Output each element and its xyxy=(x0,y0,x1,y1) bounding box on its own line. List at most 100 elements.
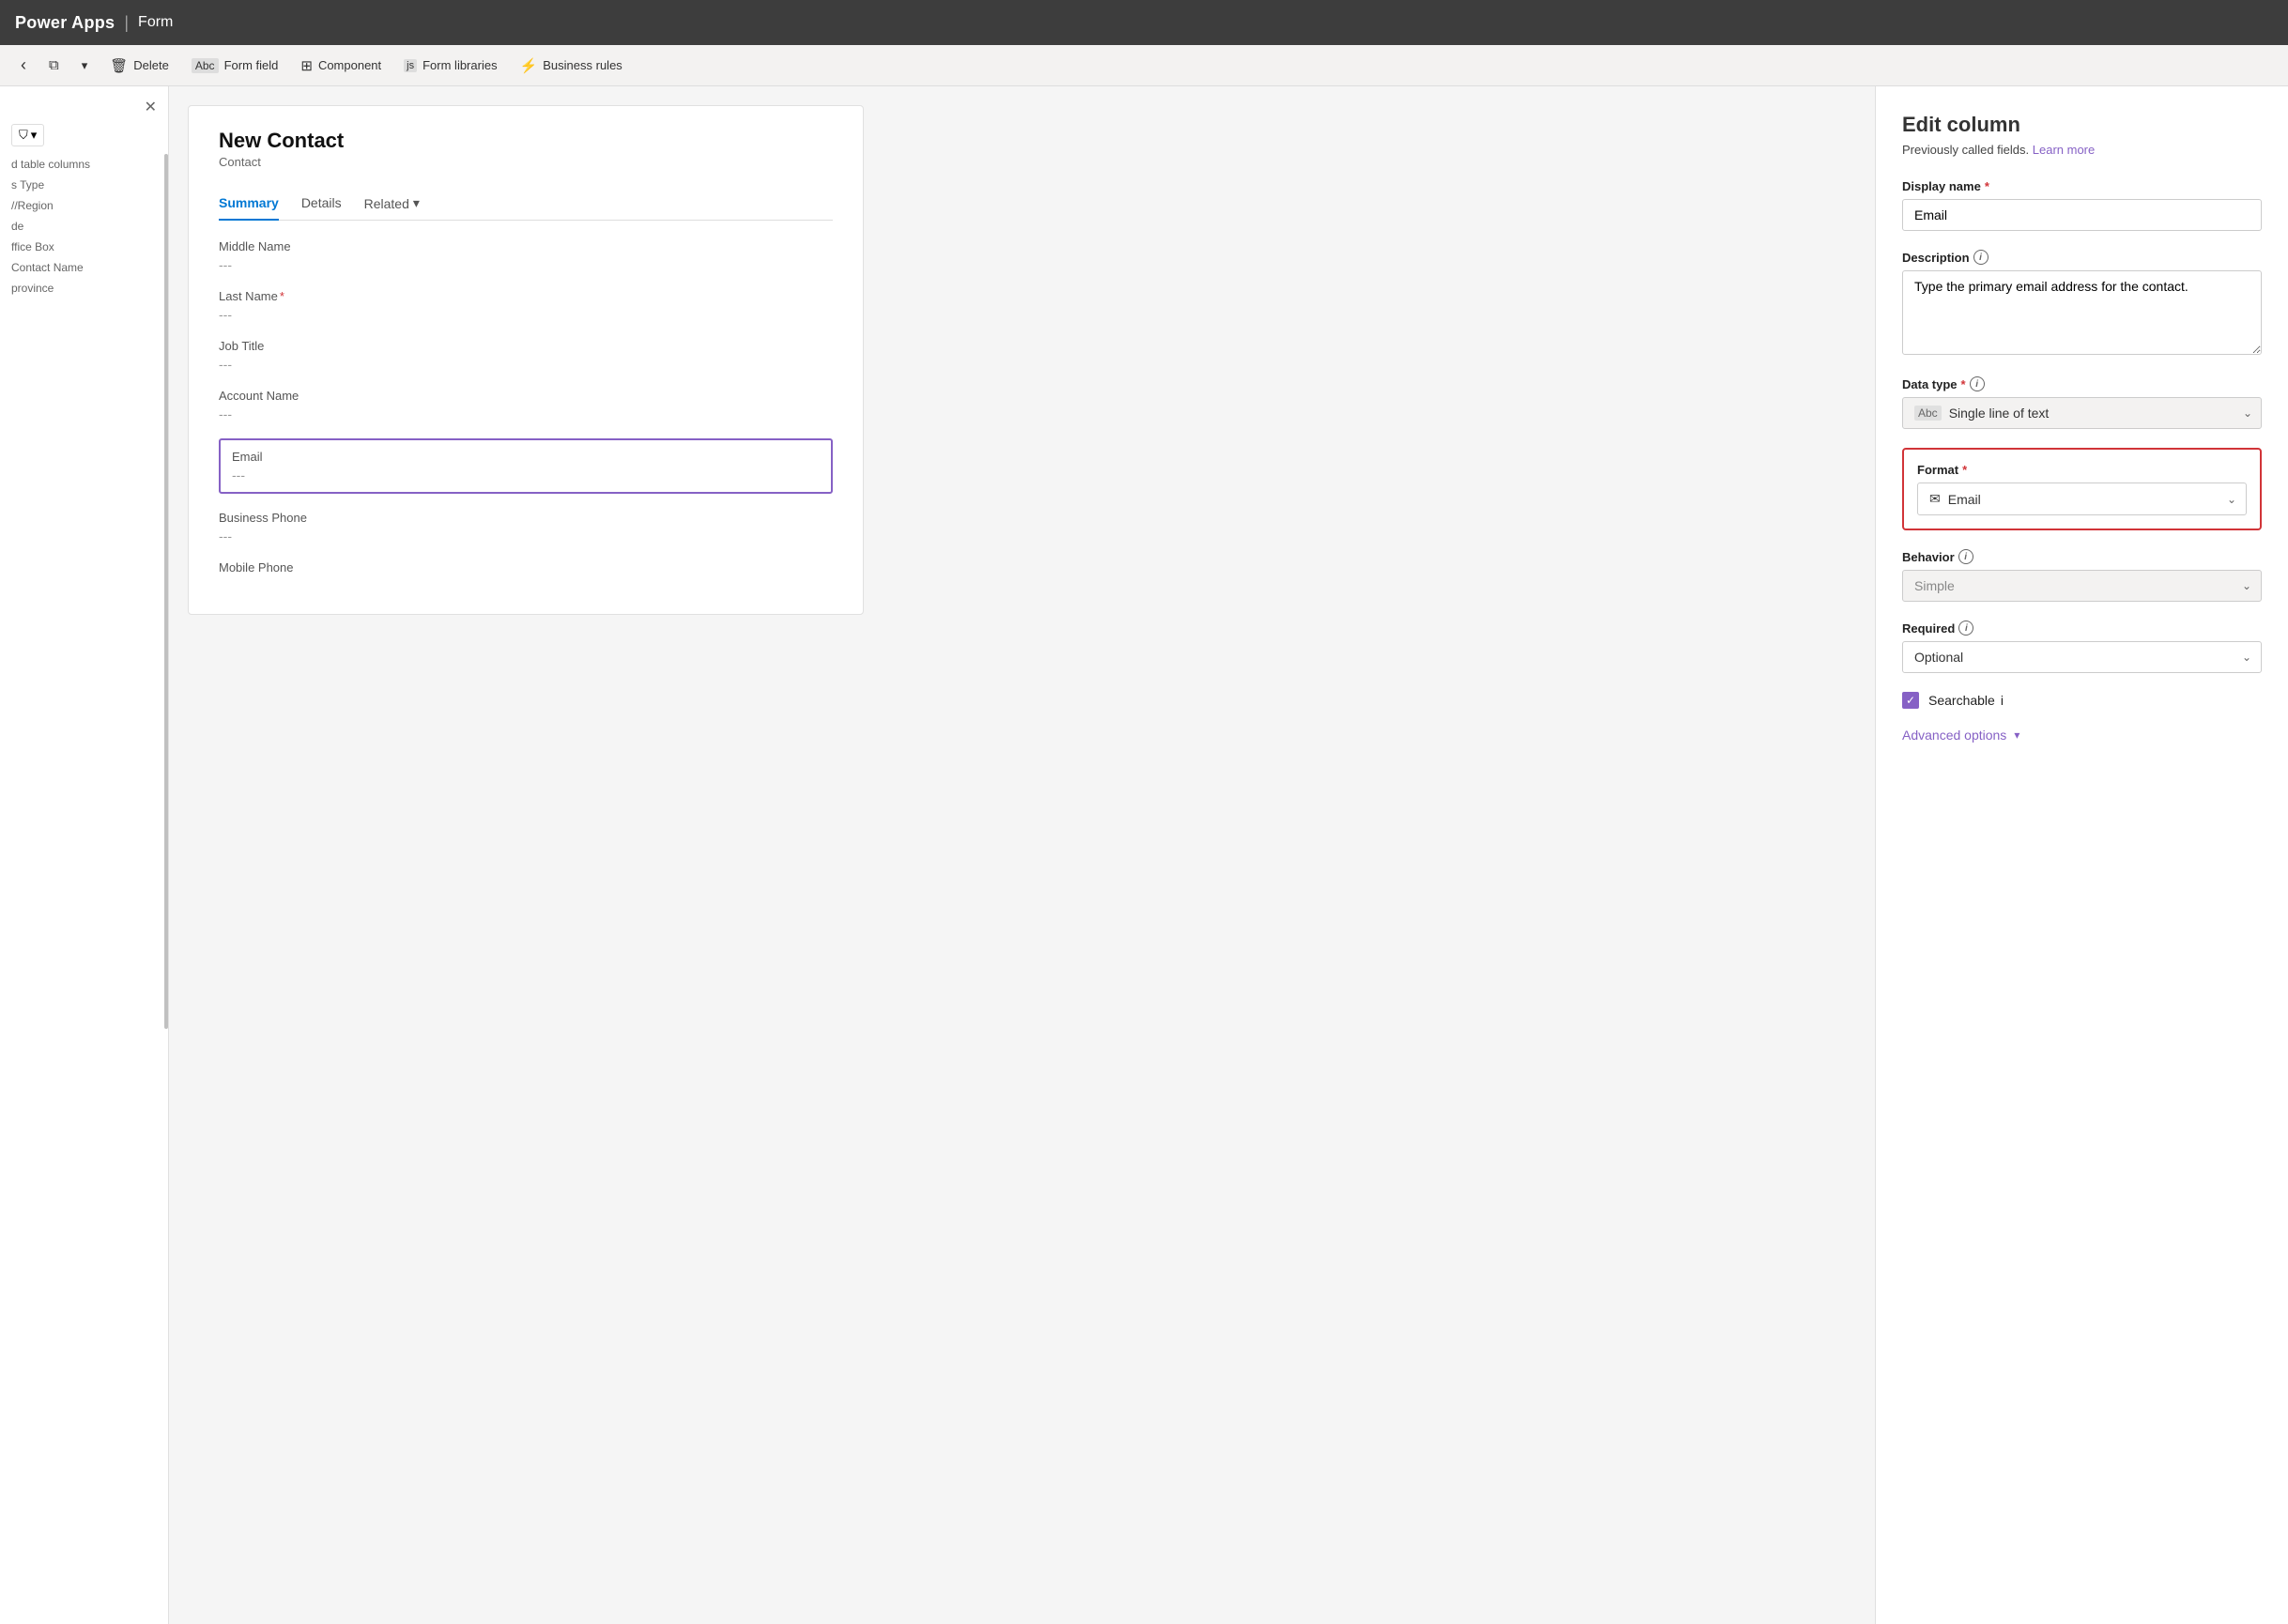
description-input[interactable]: Type the primary email address for the c… xyxy=(1902,270,2262,355)
searchable-checkbox[interactable]: ✓ xyxy=(1902,692,1919,709)
format-select[interactable]: ✉ Email ⌄ xyxy=(1917,483,2247,515)
advanced-options-chevron-icon: ▾ xyxy=(2014,728,2019,742)
delete-button[interactable]: 🗑 Delete xyxy=(100,53,178,79)
edit-panel: Edit column Previously called fields. Le… xyxy=(1875,86,2288,1624)
field-email-highlighted[interactable]: Email --- xyxy=(219,438,833,494)
sidebar-section-9: province xyxy=(0,278,168,299)
field-middle-name-label: Middle Name xyxy=(219,239,833,253)
sidebar-section-1: d table columns xyxy=(0,154,168,175)
field-business-phone-label: Business Phone xyxy=(219,511,833,525)
display-name-required-star: * xyxy=(1985,179,1989,193)
delete-label: Delete xyxy=(133,58,169,72)
field-mobile-phone-label: Mobile Phone xyxy=(219,560,833,575)
back-icon: ‹ xyxy=(21,55,26,75)
form-tabs: Summary Details Related ▾ xyxy=(219,188,833,221)
field-last-name: Last Name* --- xyxy=(219,289,833,322)
edit-panel-title: Edit column xyxy=(1902,113,2262,137)
copy-icon: ⧉ xyxy=(49,57,59,73)
dropdown-button[interactable]: ▾ xyxy=(72,54,98,78)
tab-related[interactable]: Related ▾ xyxy=(364,188,420,221)
top-bar: Power Apps | Form xyxy=(0,0,2288,45)
back-button[interactable]: ‹ xyxy=(11,51,36,80)
form-title: New Contact xyxy=(219,129,833,153)
delete-icon: 🗑 xyxy=(110,57,128,74)
tab-details[interactable]: Details xyxy=(301,188,342,221)
advanced-options-label: Advanced options xyxy=(1902,728,2006,743)
format-chevron-icon: ⌄ xyxy=(2227,493,2236,506)
filter-icon: ⛉ xyxy=(19,128,28,143)
description-info-icon: i xyxy=(1973,250,1989,265)
sidebar-close-button[interactable]: ✕ xyxy=(145,98,157,116)
required-label: Required i xyxy=(1902,620,2262,636)
description-label: Description i xyxy=(1902,250,2262,265)
data-type-chevron-icon: ⌄ xyxy=(2243,406,2252,420)
component-icon: ⊞ xyxy=(300,57,313,74)
sidebar-scrollbar xyxy=(164,154,168,1029)
main-layout: ✕ ⛉ ▾ d table columns s Type //Region de… xyxy=(0,86,2288,1624)
required-info-icon: i xyxy=(1958,620,1973,636)
form-subtitle: Contact xyxy=(219,155,833,169)
field-business-phone-value: --- xyxy=(219,529,833,544)
data-type-required-star: * xyxy=(1961,377,1966,391)
field-email-label: Email xyxy=(232,450,820,464)
display-name-group: Display name * xyxy=(1902,179,2262,231)
formfield-button[interactable]: Abc Form field xyxy=(182,54,287,78)
copy-button[interactable]: ⧉ xyxy=(39,53,69,78)
behavior-group: Behavior i Simple ⌄ xyxy=(1902,549,2262,602)
toolbar: ‹ ⧉ ▾ 🗑 Delete Abc Form field ⊞ Componen… xyxy=(0,45,2288,86)
tab-related-label: Related xyxy=(364,196,409,211)
required-select-wrapper: Optional ⌄ xyxy=(1902,641,2262,673)
last-name-required-star: * xyxy=(280,289,284,303)
format-required-star: * xyxy=(1962,463,1967,477)
required-value: Optional xyxy=(1914,650,1963,665)
advanced-options-row[interactable]: Advanced options ▾ xyxy=(1902,728,2262,743)
behavior-select[interactable]: Simple ⌄ xyxy=(1902,570,2262,602)
businessrules-icon: ⚡ xyxy=(520,57,538,74)
sidebar-filter-button[interactable]: ⛉ ▾ xyxy=(11,124,44,146)
description-group: Description i Type the primary email add… xyxy=(1902,250,2262,358)
checkmark-icon: ✓ xyxy=(1906,694,1915,707)
data-type-value: Single line of text xyxy=(1949,406,2050,421)
data-type-select-wrapper: Abc Single line of text ⌄ xyxy=(1902,397,2262,429)
searchable-row: ✓ Searchable i xyxy=(1902,692,2262,709)
format-section: Format * ✉ Email ⌄ xyxy=(1902,448,2262,530)
behavior-value: Simple xyxy=(1914,578,1955,593)
formlibraries-label: Form libraries xyxy=(422,58,497,72)
searchable-label: Searchable xyxy=(1928,693,1995,708)
field-mobile-phone: Mobile Phone xyxy=(219,560,833,575)
formlibraries-icon: js xyxy=(404,59,417,72)
data-type-group: Data type * i Abc Single line of text ⌄ xyxy=(1902,376,2262,429)
sidebar-section-5: de xyxy=(0,216,168,237)
field-last-name-value: --- xyxy=(219,307,833,322)
tab-related-chevron-icon: ▾ xyxy=(413,195,420,211)
field-job-title-value: --- xyxy=(219,357,833,372)
data-type-select[interactable]: Abc Single line of text ⌄ xyxy=(1902,397,2262,429)
field-account-name-label: Account Name xyxy=(219,389,833,403)
field-job-title: Job Title --- xyxy=(219,339,833,372)
sidebar-scrollable: d table columns s Type //Region de ffice… xyxy=(0,154,168,1613)
sidebar-section-2: s Type xyxy=(0,175,168,195)
formlibraries-button[interactable]: js Form libraries xyxy=(394,54,506,77)
sidebar-section-3: //Region xyxy=(0,195,168,216)
learn-more-link[interactable]: Learn more xyxy=(2033,143,2095,157)
required-select[interactable]: Optional ⌄ xyxy=(1902,641,2262,673)
businessrules-label: Business rules xyxy=(543,58,622,72)
required-chevron-icon: ⌄ xyxy=(2242,651,2251,664)
behavior-info-icon: i xyxy=(1958,549,1973,564)
format-select-wrapper: ✉ Email ⌄ xyxy=(1917,483,2247,515)
component-button[interactable]: ⊞ Component xyxy=(291,53,391,79)
app-section: Form xyxy=(138,14,173,31)
top-bar-separator: | xyxy=(124,13,129,33)
businessrules-button[interactable]: ⚡ Business rules xyxy=(511,53,632,79)
email-icon: ✉ xyxy=(1929,491,1941,507)
field-middle-name-value: --- xyxy=(219,257,833,272)
sidebar-section-8: Contact Name xyxy=(0,257,168,278)
display-name-input[interactable] xyxy=(1902,199,2262,231)
tab-summary[interactable]: Summary xyxy=(219,188,279,221)
display-name-label: Display name * xyxy=(1902,179,2262,193)
sidebar: ✕ ⛉ ▾ d table columns s Type //Region de… xyxy=(0,86,169,1624)
data-type-info-icon: i xyxy=(1970,376,1985,391)
behavior-select-wrapper: Simple ⌄ xyxy=(1902,570,2262,602)
format-label: Format * xyxy=(1917,463,2247,477)
edit-panel-subtitle-text: Previously called fields. xyxy=(1902,143,2029,157)
